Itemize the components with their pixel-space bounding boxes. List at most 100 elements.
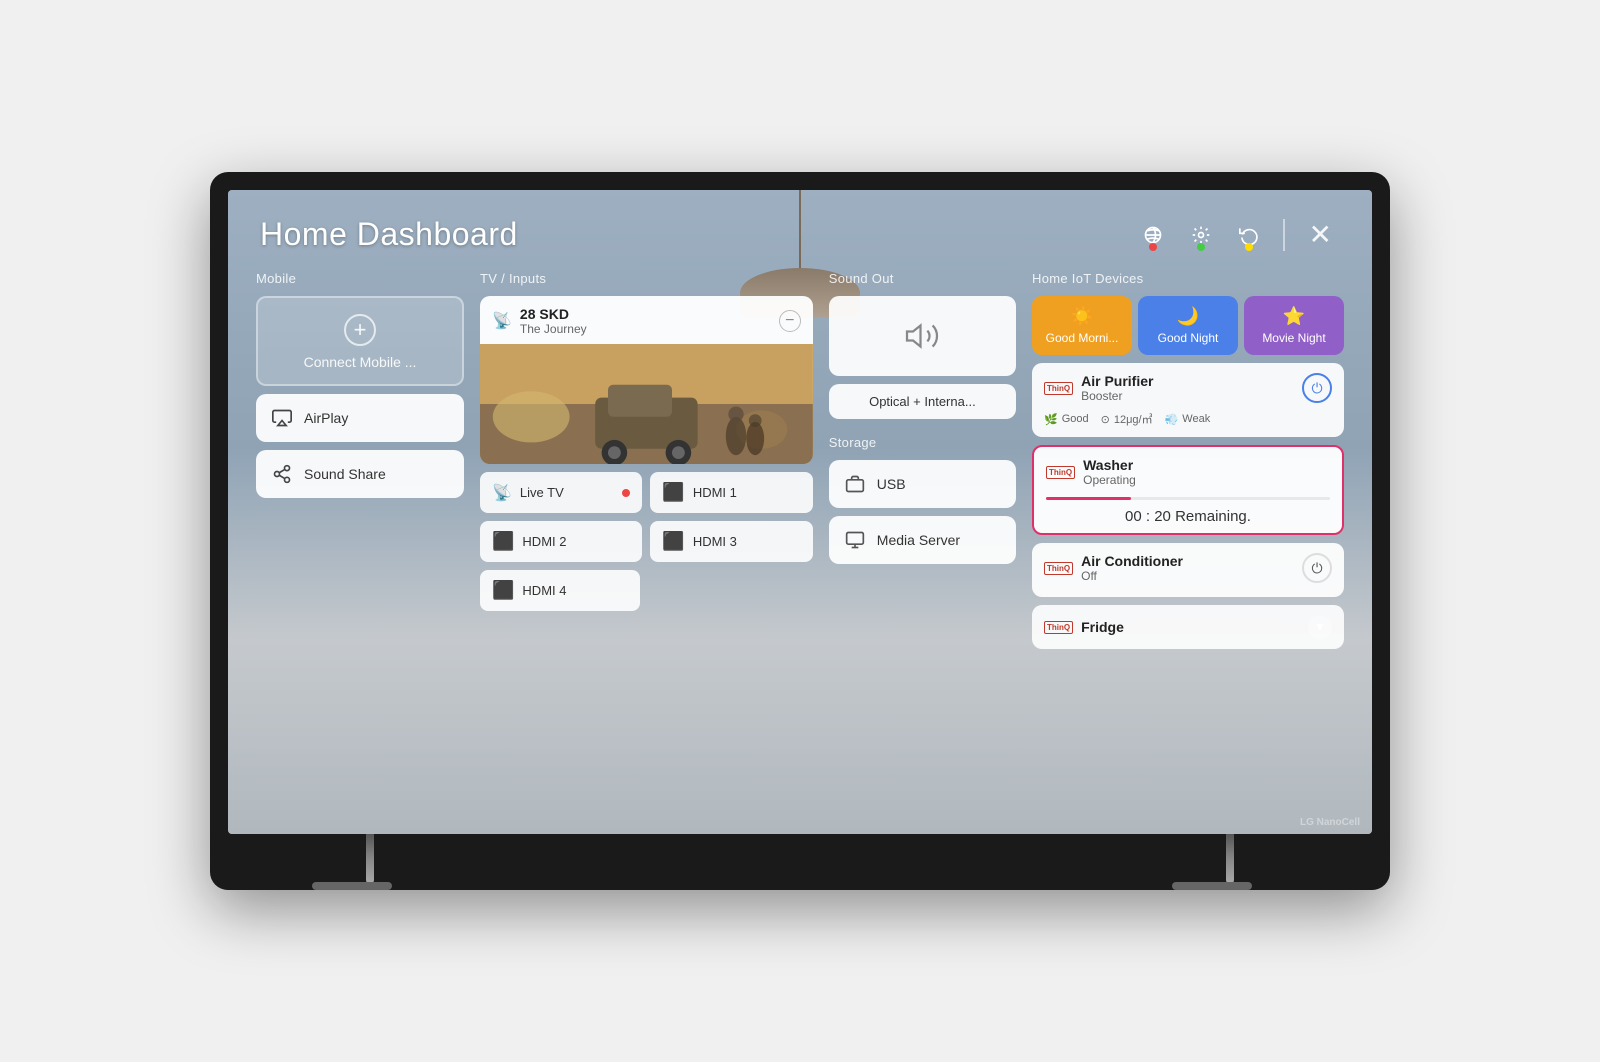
stand-leg-right bbox=[1226, 834, 1234, 884]
thinq-badge-fridge: ThinQ bbox=[1044, 621, 1073, 634]
settings-icon-button[interactable] bbox=[1183, 217, 1219, 253]
sound-share-card[interactable]: Sound Share bbox=[256, 450, 464, 498]
airplay-icon bbox=[270, 406, 294, 430]
good-night-scene-button[interactable]: 🌙 Good Night bbox=[1138, 296, 1238, 355]
live-tv-small-icon: 📡 bbox=[492, 483, 512, 503]
home-iot-header: Home IoT Devices bbox=[1032, 271, 1344, 286]
live-tv-channel: 28 SKD bbox=[520, 306, 587, 322]
dashboard-controls: ✕ bbox=[1135, 214, 1340, 255]
stand-leg-left bbox=[366, 834, 374, 884]
refresh-icon-button[interactable] bbox=[1231, 217, 1267, 253]
plus-icon: + bbox=[344, 314, 376, 346]
washer-status: Operating bbox=[1083, 473, 1136, 487]
usb-icon bbox=[843, 472, 867, 496]
sound-out-icon bbox=[902, 316, 942, 356]
live-tv-small-card[interactable]: 📡 Live TV bbox=[480, 472, 642, 513]
good-morning-label: Good Morni... bbox=[1046, 331, 1119, 345]
good-night-label: Good Night bbox=[1158, 331, 1219, 345]
hdmi3-icon: ⬛ bbox=[662, 531, 684, 552]
air-purifier-mode: Booster bbox=[1081, 389, 1153, 403]
hdmi3-label: HDMI 3 bbox=[693, 534, 737, 549]
air-quality-value: Good bbox=[1062, 413, 1089, 425]
connect-mobile-card[interactable]: + Connect Mobile ... bbox=[256, 296, 464, 386]
tv-inputs-header: TV / Inputs bbox=[480, 271, 813, 286]
air-conditioner-power-button[interactable]: ⏻ bbox=[1302, 553, 1332, 583]
iot-scenes: ☀️ Good Morni... 🌙 Good Night ⭐ Movie Ni… bbox=[1032, 296, 1344, 355]
close-button[interactable]: ✕ bbox=[1301, 214, 1340, 255]
hdmi4-icon: ⬛ bbox=[492, 580, 514, 601]
live-tv-show: The Journey bbox=[520, 322, 587, 336]
sound-out-column: Sound Out Optical + Interna... bbox=[821, 271, 1024, 822]
hdmi2-icon: ⬛ bbox=[492, 531, 514, 552]
antenna-icon: 📡 bbox=[492, 311, 512, 331]
air-conditioner-name: Air Conditioner bbox=[1081, 553, 1183, 569]
live-dot bbox=[622, 489, 630, 497]
sound-out-label: Optical + Interna... bbox=[869, 394, 976, 409]
movie-night-scene-button[interactable]: ⭐ Movie Night bbox=[1244, 296, 1344, 355]
movie-night-label: Movie Night bbox=[1262, 331, 1325, 345]
thinq-badge-washer: ThinQ bbox=[1046, 466, 1075, 479]
live-tv-text: 28 SKD The Journey bbox=[520, 306, 587, 336]
hdmi4-card[interactable]: ⬛ HDMI 4 bbox=[480, 570, 640, 611]
tv-screen: Home Dashboard bbox=[228, 190, 1372, 834]
media-server-card[interactable]: Media Server bbox=[829, 516, 1016, 564]
air-quality-icon: 🌿 bbox=[1044, 413, 1058, 426]
live-tv-small-label: Live TV bbox=[520, 485, 564, 500]
sound-out-card[interactable] bbox=[829, 296, 1016, 376]
usb-label: USB bbox=[877, 476, 906, 492]
live-tv-info: 📡 28 SKD The Journey bbox=[492, 306, 587, 336]
washer-text: Washer Operating bbox=[1083, 457, 1136, 487]
air-purifier-info: ThinQ Air Purifier Booster bbox=[1044, 373, 1153, 403]
scroll-down-icon[interactable]: ▼ bbox=[1308, 615, 1332, 639]
fridge-card[interactable]: ThinQ Fridge ▼ bbox=[1032, 605, 1344, 649]
hdmi1-card[interactable]: ⬛ HDMI 1 bbox=[650, 472, 812, 513]
dashboard-title: Home Dashboard bbox=[260, 216, 518, 253]
air-conditioner-status: Off bbox=[1081, 569, 1183, 583]
live-tv-minus-button[interactable]: − bbox=[779, 310, 801, 332]
washer-name: Washer bbox=[1083, 457, 1136, 473]
hdmi2-label: HDMI 2 bbox=[522, 534, 566, 549]
stand-right bbox=[1208, 834, 1252, 890]
tv-shell: Home Dashboard bbox=[210, 172, 1390, 890]
lg-logo: LG NanoCell bbox=[1300, 817, 1360, 828]
good-morning-scene-button[interactable]: ☀️ Good Morni... bbox=[1032, 296, 1132, 355]
washer-info: ThinQ Washer Operating bbox=[1046, 457, 1136, 487]
washer-time: 00 : 20 Remaining. bbox=[1034, 500, 1342, 533]
dashboard-header: Home Dashboard bbox=[228, 190, 1372, 271]
air-purifier-text: Air Purifier Booster bbox=[1081, 373, 1153, 403]
air-purifier-power-button[interactable]: ⏻ bbox=[1302, 373, 1332, 403]
live-tv-featured-card[interactable]: 📡 28 SKD The Journey − bbox=[480, 296, 813, 464]
media-server-icon bbox=[843, 528, 867, 552]
hdmi3-card[interactable]: ⬛ HDMI 3 bbox=[650, 521, 812, 562]
star-icon: ⭐ bbox=[1283, 306, 1305, 327]
usb-card[interactable]: USB bbox=[829, 460, 1016, 508]
air-quality-stat: 🌿 Good bbox=[1044, 411, 1089, 427]
air-purifier-top: ThinQ Air Purifier Booster ⏻ bbox=[1044, 373, 1332, 403]
air-conditioner-card[interactable]: ThinQ Air Conditioner Off ⏻ bbox=[1032, 543, 1344, 597]
header-divider bbox=[1283, 219, 1285, 251]
hdmi1-icon: ⬛ bbox=[662, 482, 684, 503]
dashboard-content: Mobile + Connect Mobile ... AirPlay bbox=[228, 271, 1372, 834]
stand-left bbox=[348, 834, 392, 890]
live-tv-header: 📡 28 SKD The Journey − bbox=[480, 296, 813, 344]
pm-value: 12μg/㎥ bbox=[1114, 411, 1153, 427]
tv-inputs-column: TV / Inputs 📡 28 SKD The Journey bbox=[472, 271, 821, 822]
sound-out-header: Sound Out bbox=[829, 271, 1016, 286]
storage-header: Storage bbox=[829, 435, 1016, 450]
hdmi2-card[interactable]: ⬛ HDMI 2 bbox=[480, 521, 642, 562]
network-icon-button[interactable] bbox=[1135, 217, 1171, 253]
pm-stat: ⊙ 12μg/㎥ bbox=[1101, 411, 1153, 427]
air-purifier-card[interactable]: ThinQ Air Purifier Booster ⏻ 🌿 bbox=[1032, 363, 1344, 437]
sun-icon: ☀️ bbox=[1071, 306, 1093, 327]
thinq-badge-ac: ThinQ bbox=[1044, 562, 1073, 575]
hdmi4-label: HDMI 4 bbox=[522, 583, 566, 598]
airplay-label: AirPlay bbox=[304, 410, 348, 426]
washer-card[interactable]: ThinQ Washer Operating 00 : 20 Remaining… bbox=[1032, 445, 1344, 535]
washer-top: ThinQ Washer Operating bbox=[1034, 447, 1342, 493]
pm-icon: ⊙ bbox=[1101, 413, 1110, 426]
tv-stand bbox=[228, 834, 1372, 890]
sound-out-label-card[interactable]: Optical + Interna... bbox=[829, 384, 1016, 419]
hdmi1-label: HDMI 1 bbox=[693, 485, 737, 500]
airplay-card[interactable]: AirPlay bbox=[256, 394, 464, 442]
inputs-grid: 📡 Live TV ⬛ HDMI 1 ⬛ HDMI 2 bbox=[480, 472, 813, 611]
